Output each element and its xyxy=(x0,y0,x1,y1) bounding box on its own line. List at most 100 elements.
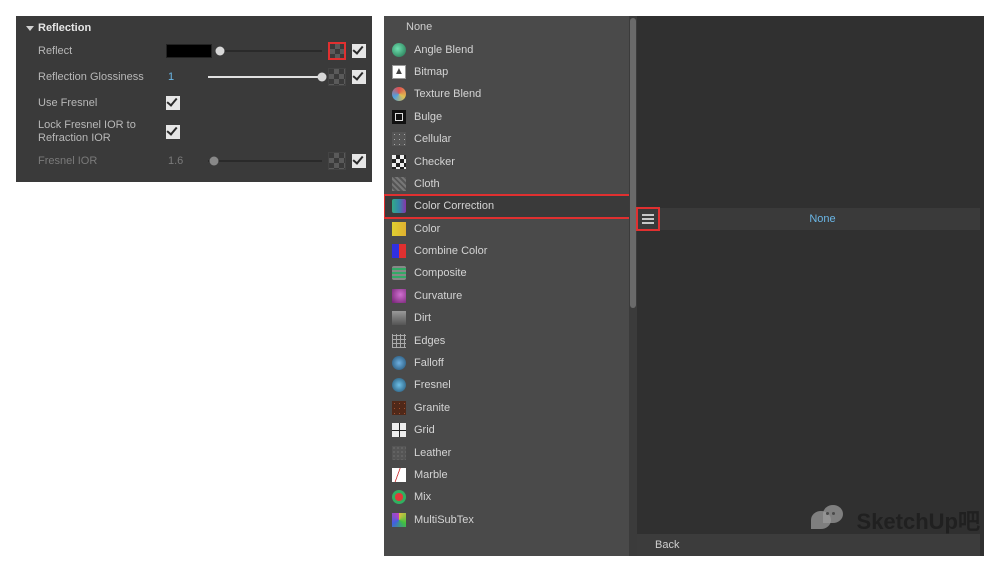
color-correction-icon xyxy=(392,199,406,213)
fresnel-ior-label: Fresnel IOR xyxy=(38,155,166,168)
fresnel-ior-map-slot[interactable] xyxy=(328,152,346,170)
texture-item-label: Edges xyxy=(414,335,445,347)
composite-icon xyxy=(392,266,406,280)
texture-list-scrollbar[interactable] xyxy=(629,16,637,556)
texture-item-falloff[interactable]: Falloff xyxy=(384,352,637,374)
texture-input-slot[interactable]: None xyxy=(637,208,980,230)
texture-item-multisubtex[interactable]: MultiSubTex xyxy=(384,509,637,531)
input-list-button[interactable] xyxy=(637,208,659,230)
checker-icon xyxy=(392,155,406,169)
use-fresnel-row: Use Fresnel xyxy=(16,90,372,116)
glossiness-value[interactable]: 1 xyxy=(166,71,202,83)
texture-item-checker[interactable]: Checker xyxy=(384,150,637,172)
reflection-panel: Reflection Reflect Reflection Glossiness… xyxy=(16,16,372,182)
texture-item-label: Color xyxy=(414,223,440,235)
reflect-label: Reflect xyxy=(38,45,166,58)
texture-blend-icon xyxy=(392,87,406,101)
glossiness-map-slot[interactable] xyxy=(328,68,346,86)
texture-item-label: Falloff xyxy=(414,357,444,369)
reflect-slider[interactable] xyxy=(218,44,322,58)
mix-icon xyxy=(392,490,406,504)
texture-item-edges[interactable]: Edges xyxy=(384,329,637,351)
reflect-row: Reflect xyxy=(16,38,372,64)
texture-item-label: Color Correction xyxy=(414,200,494,212)
watermark: SketchUp吧 xyxy=(811,504,980,536)
fresnel-ior-map-toggle[interactable] xyxy=(352,154,366,168)
texture-item-fresnel[interactable]: Fresnel xyxy=(384,374,637,396)
texture-detail-pane: None Back xyxy=(637,16,984,556)
texture-list[interactable]: None Angle Blend ▲ Bitmap Texture Blend Bulg… xyxy=(384,16,637,556)
reflect-map-slot[interactable] xyxy=(328,42,346,60)
texture-item-label: Angle Blend xyxy=(414,44,473,56)
texture-item-label: Leather xyxy=(414,447,451,459)
granite-icon xyxy=(392,401,406,415)
texture-item-label: Cellular xyxy=(414,133,451,145)
glossiness-slider[interactable] xyxy=(208,70,322,84)
texture-item-composite[interactable]: Composite xyxy=(384,262,637,284)
glossiness-map-toggle[interactable] xyxy=(352,70,366,84)
falloff-icon xyxy=(392,356,406,370)
texture-item-label: Mix xyxy=(414,491,431,503)
texture-item-combine-color[interactable]: Combine Color xyxy=(384,240,637,262)
texture-item-dirt[interactable]: Dirt xyxy=(384,307,637,329)
glossiness-label: Reflection Glossiness xyxy=(38,71,166,84)
edges-icon xyxy=(392,334,406,348)
texture-item-cellular[interactable]: Cellular xyxy=(384,128,637,150)
texture-item-mix[interactable]: Mix xyxy=(384,486,637,508)
curvature-icon xyxy=(392,289,406,303)
fresnel-ior-row: Fresnel IOR 1.6 xyxy=(16,148,372,174)
texture-item-bitmap[interactable]: ▲ Bitmap xyxy=(384,61,637,83)
texture-item-label: Grid xyxy=(414,424,435,436)
texture-item-label: Bitmap xyxy=(414,66,448,78)
back-bar: Back xyxy=(637,534,980,556)
texture-item-cloth[interactable]: Cloth xyxy=(384,173,637,195)
scrollbar-thumb[interactable] xyxy=(630,18,636,308)
texture-item-none[interactable]: None xyxy=(384,16,637,38)
texture-item-marble[interactable]: Marble xyxy=(384,464,637,486)
texture-item-angle-blend[interactable]: Angle Blend xyxy=(384,38,637,60)
color-icon xyxy=(392,222,406,236)
texture-item-label: Texture Blend xyxy=(414,88,481,100)
reflect-map-toggle[interactable] xyxy=(352,44,366,58)
lock-ior-row: Lock Fresnel IOR to Refraction IOR xyxy=(16,116,372,148)
texture-item-texture-blend[interactable]: Texture Blend xyxy=(384,83,637,105)
bulge-icon xyxy=(392,110,406,124)
use-fresnel-checkbox[interactable] xyxy=(166,96,180,110)
texture-item-leather[interactable]: Leather xyxy=(384,441,637,463)
texture-preview-area xyxy=(637,16,984,206)
marble-icon xyxy=(392,468,406,482)
texture-item-label: Marble xyxy=(414,469,448,481)
combine-color-icon xyxy=(392,244,406,258)
texture-item-granite[interactable]: Granite xyxy=(384,397,637,419)
watermark-text: SketchUp吧 xyxy=(857,504,980,536)
grid-icon xyxy=(392,423,406,437)
texture-item-label: Cloth xyxy=(414,178,440,190)
lock-ior-checkbox[interactable] xyxy=(166,125,180,139)
texture-item-bulge[interactable]: Bulge xyxy=(384,106,637,128)
cloth-icon xyxy=(392,177,406,191)
texture-item-label: Checker xyxy=(414,156,455,168)
use-fresnel-label: Use Fresnel xyxy=(38,97,166,110)
leather-icon xyxy=(392,446,406,460)
texture-item-label: Granite xyxy=(414,402,450,414)
cellular-icon xyxy=(392,132,406,146)
bitmap-icon: ▲ xyxy=(392,65,406,79)
texture-item-label: Combine Color xyxy=(414,245,487,257)
angle-blend-icon xyxy=(392,43,406,57)
texture-item-label: Curvature xyxy=(414,290,462,302)
texture-item-curvature[interactable]: Curvature xyxy=(384,285,637,307)
lock-ior-label: Lock Fresnel IOR to Refraction IOR xyxy=(38,119,166,144)
wechat-icon xyxy=(811,505,849,535)
dirt-icon xyxy=(392,311,406,325)
reflection-section-header[interactable]: Reflection xyxy=(16,22,372,38)
back-button[interactable]: Back xyxy=(655,539,679,551)
texture-item-color-correction[interactable]: Color Correction xyxy=(384,195,637,217)
reflect-color-swatch[interactable] xyxy=(166,44,212,58)
texture-item-color[interactable]: Color xyxy=(384,218,637,240)
fresnel-icon xyxy=(392,378,406,392)
fresnel-ior-value[interactable]: 1.6 xyxy=(166,155,202,167)
texture-item-label: Fresnel xyxy=(414,379,451,391)
fresnel-ior-slider[interactable] xyxy=(208,154,322,168)
texture-input-value: None xyxy=(665,213,980,225)
texture-item-grid[interactable]: Grid xyxy=(384,419,637,441)
